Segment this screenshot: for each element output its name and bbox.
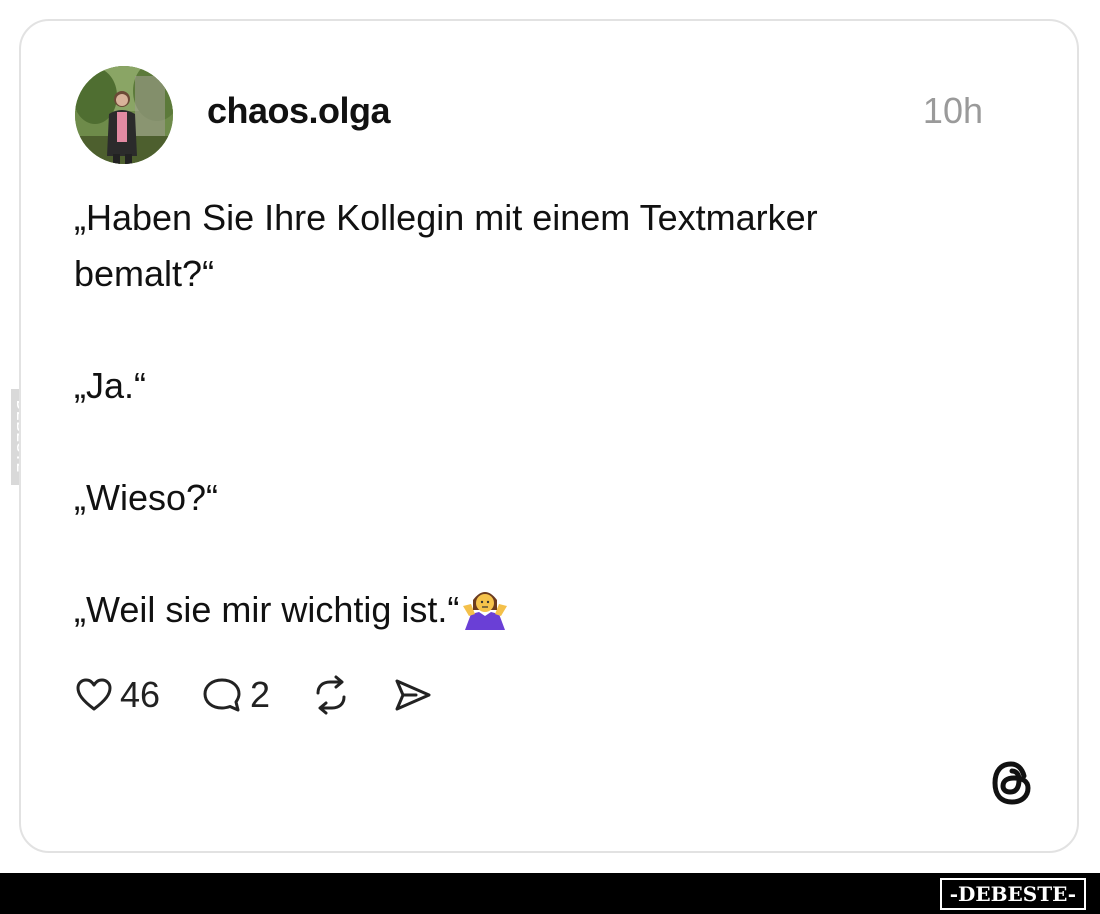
heart-icon [76, 678, 112, 711]
like-button[interactable]: 46 [74, 674, 160, 716]
post-line: „Ja.“ [74, 365, 146, 406]
repost-icon [316, 675, 346, 715]
avatar[interactable] [75, 66, 173, 164]
woman-shrugging-emoji-icon [461, 586, 509, 646]
comment-count: 2 [250, 674, 271, 715]
like-count: 46 [120, 674, 161, 715]
footer-logo[interactable]: -DEBESTE- [939, 878, 1086, 910]
post-line: „Weil sie mir wichtig ist.“ [74, 582, 974, 646]
post-line: „Wieso?“ [74, 477, 219, 518]
threads-logo-icon[interactable] [988, 758, 1036, 813]
username[interactable]: chaos.olga [207, 90, 391, 132]
post-actions: 46 2 [74, 670, 474, 720]
footer-bar: -DEBESTE- [0, 873, 1100, 914]
post-text: „Haben Sie Ihre Kollegin mit einem Textm… [74, 190, 974, 646]
share-icon [395, 679, 431, 711]
repost-button[interactable] [310, 675, 352, 715]
comment-button[interactable]: 2 [200, 674, 270, 716]
post-timestamp: 10h [922, 90, 983, 131]
share-button[interactable] [392, 675, 434, 715]
comment-icon [203, 678, 241, 712]
post-line: „Haben Sie Ihre Kollegin mit einem Textm… [74, 197, 818, 238]
post-line: bemalt?“ [74, 253, 215, 294]
